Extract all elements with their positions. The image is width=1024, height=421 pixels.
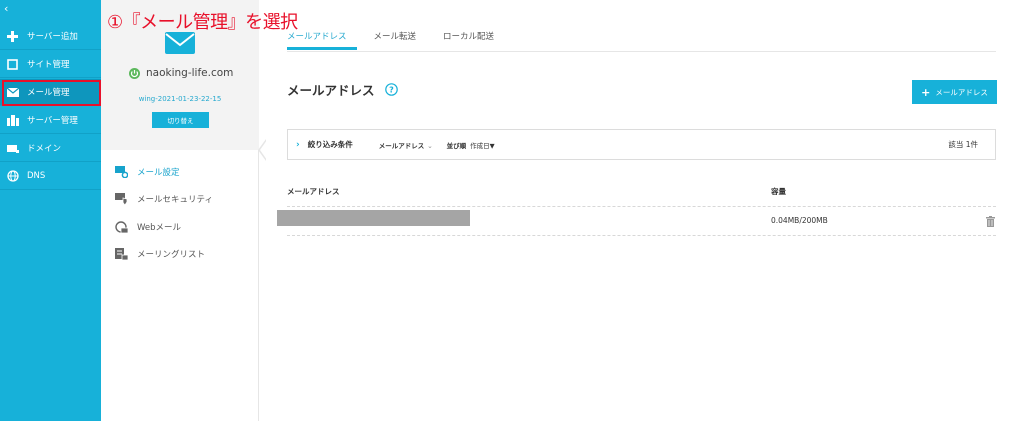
power-icon: [129, 67, 140, 79]
menu-label: メーリングリスト: [137, 250, 206, 260]
sidebar-item-label: DNS: [27, 171, 46, 181]
svg-text:?: ?: [389, 86, 394, 95]
tab-mail-forward[interactable]: メール転送: [374, 30, 417, 46]
row-divider: [287, 206, 996, 207]
sidebar-item-server-management[interactable]: サーバー管理: [0, 107, 101, 134]
server-panel: naoking-life.com wing-2021-01-23-22-15 切…: [101, 0, 259, 421]
tab-local-delivery[interactable]: ローカル配送: [443, 30, 494, 46]
sidebar-item-dns[interactable]: DNS: [0, 163, 101, 190]
menu-mailing-list[interactable]: メーリングリスト: [115, 244, 205, 264]
chevron-down-icon: ⌄: [427, 141, 433, 150]
filter-label: 絞り込み条件: [307, 140, 353, 149]
page-title-text: メールアドレス: [287, 83, 375, 98]
globe-icon: [6, 170, 19, 183]
row-divider: [287, 235, 996, 236]
add-mail-address-button[interactable]: + メールアドレス: [912, 80, 997, 104]
sort-label: 並び順: [446, 141, 467, 150]
filter-field-select[interactable]: メールアドレス ⌄: [379, 140, 433, 150]
menu-label: メール設定: [137, 168, 180, 178]
plus-icon: [6, 30, 19, 43]
sidebar-item-label: サイト管理: [27, 60, 70, 70]
menu-webmail[interactable]: Webメール: [115, 217, 181, 237]
menu-label: Webメール: [137, 223, 182, 233]
add-button-label: メールアドレス: [935, 87, 988, 97]
panel-notch-inner: [260, 140, 267, 160]
page-title: メールアドレス ?: [287, 80, 398, 99]
trash-icon[interactable]: [986, 212, 995, 231]
domain-name: naoking-life.com: [129, 67, 233, 79]
menu-mail-security[interactable]: メールセキュリティ: [115, 189, 213, 209]
server-icon: [6, 114, 19, 127]
filter-field-value: メールアドレス: [378, 141, 425, 150]
server-id: wing-2021-01-23-22-15: [138, 95, 222, 103]
sort-select[interactable]: 並び順 作成日▼: [447, 140, 495, 150]
sidebar-item-label: サーバー管理: [27, 116, 78, 126]
mail-settings-icon: [115, 166, 128, 179]
sidebar-item-server-add[interactable]: サーバー追加: [0, 23, 101, 50]
mail-logo-icon: [165, 32, 195, 58]
active-tab-indicator: [287, 47, 357, 50]
sort-value: 作成日▼: [470, 141, 495, 150]
email-address-redacted: [277, 210, 470, 226]
result-count: 該当 1件: [948, 140, 978, 149]
tab-bar: メールアドレス メール転送 ローカル配送: [287, 30, 521, 46]
column-header-email: メールアドレス: [287, 187, 340, 196]
filter-bar[interactable]: › 絞り込み条件 メールアドレス ⌄ 並び順 作成日▼ 該当 1件: [287, 129, 996, 160]
column-header-capacity: 容量: [771, 187, 786, 196]
mailing-list-icon: [115, 248, 128, 261]
menu-mail-settings[interactable]: メール設定: [115, 162, 180, 182]
highlight-frame: [2, 80, 101, 106]
plus-icon: +: [921, 85, 931, 99]
collapse-icon[interactable]: ‹: [4, 3, 8, 14]
sidebar-item-label: ドメイン: [27, 144, 62, 154]
chevron-right-icon[interactable]: ›: [296, 140, 300, 150]
mail-security-icon: [115, 193, 128, 206]
help-icon[interactable]: ?: [384, 83, 398, 96]
switch-button[interactable]: 切り替え: [152, 112, 209, 128]
sidebar-item-label: サーバー追加: [27, 32, 78, 42]
sidebar-item-site-management[interactable]: サイト管理: [0, 51, 101, 78]
domain-text: naoking-life.com: [146, 67, 234, 79]
domain-icon: [6, 142, 19, 155]
menu-label: メールセキュリティ: [137, 195, 213, 205]
webmail-icon: [115, 220, 128, 234]
tab-mail-address[interactable]: メールアドレス: [287, 30, 347, 46]
window-icon: [6, 58, 19, 71]
instruction-annotation: ①『メール管理』を選択: [107, 12, 298, 33]
sidebar-item-domain[interactable]: ドメイン: [0, 135, 101, 162]
sidebar-nav: ‹ サーバー追加 サイト管理 メール管理 サーバー管理 ドメイン DNS: [0, 0, 101, 421]
tab-divider: [287, 51, 996, 52]
capacity-value: 0.04MB/200MB: [771, 216, 828, 225]
